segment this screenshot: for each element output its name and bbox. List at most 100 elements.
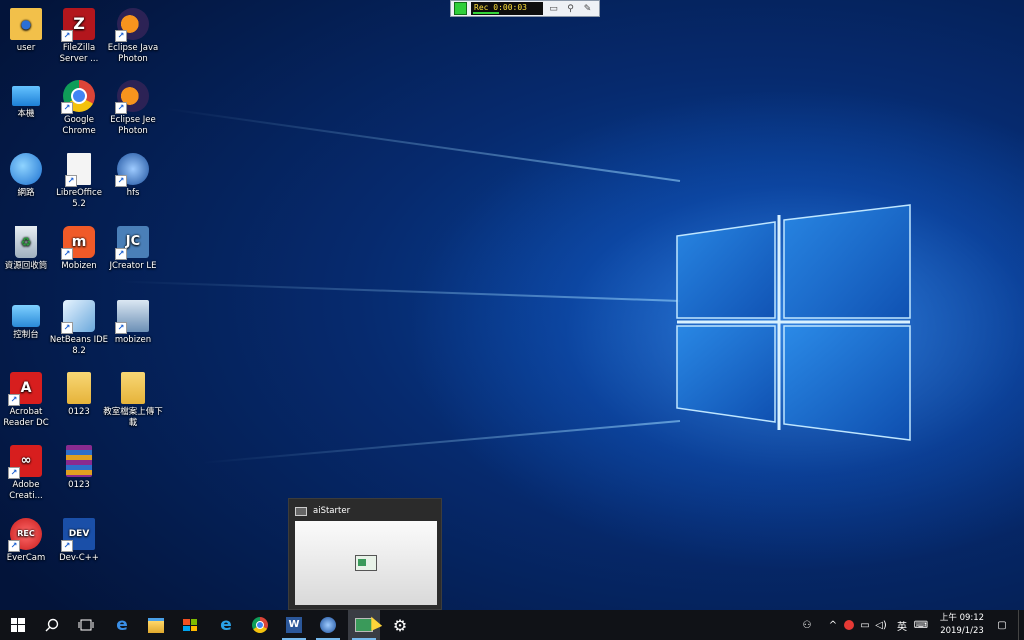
desktop-icon-label: hfs — [126, 188, 140, 198]
mobizen-installer-icon: ↗ — [115, 300, 149, 334]
desktop-icon-chrome[interactable]: ↗ Google Chrome — [48, 80, 110, 136]
taskbar: e e W ⚙ ⚇ ^ ▭ ◁) 英 ⌨ 上午 09:12 2019/1/23 … — [0, 610, 1024, 640]
preview-title: aiStarter — [313, 506, 351, 516]
desktop-icon-label: 教室檔案上傳下載 — [103, 407, 163, 428]
desktop-icon-label: 0123 — [68, 480, 90, 490]
clock-time: 上午 09:12 — [939, 613, 985, 623]
taskbar-edge[interactable]: e — [106, 610, 138, 640]
tray-keyboard[interactable]: ⌨ — [914, 610, 928, 640]
taskbar-chrome[interactable] — [244, 610, 276, 640]
mobizen-tray-icon — [844, 620, 854, 630]
desktop-icon-eclipse-java[interactable]: ↗ Eclipse Java Photon — [102, 8, 164, 64]
desktop-icon-libreoffice[interactable]: ↗ LibreOffice 5.2 — [48, 153, 110, 209]
taskbar-settings[interactable]: ⚙ — [384, 610, 416, 640]
desktop-background: ● user 本機 網路 ♻ 資源回收筒 控制台 A ↗ Acrobat Read… — [0, 0, 1024, 610]
desktop-icon-eclipse-jee[interactable]: ↗ Eclipse Jee Photon — [102, 80, 164, 136]
hfs-icon: ↗ — [115, 153, 149, 187]
volume-icon: ◁) — [875, 619, 887, 631]
task-view-icon — [78, 619, 94, 631]
desktop-icon-netbeans[interactable]: ↗ NetBeans IDE 8.2 — [48, 300, 110, 356]
desktop-icon-classroom-folder[interactable]: 教室檔案上傳下載 — [102, 372, 164, 428]
desktop-icon-0123-folder[interactable]: 0123 — [48, 372, 110, 418]
people-button[interactable]: ⚇ — [798, 610, 816, 640]
netbeans-icon: ↗ — [61, 300, 95, 334]
system-clock[interactable]: 上午 09:12 2019/1/23 — [934, 612, 990, 638]
desktop-icon-jcreator[interactable]: JC ↗ JCreator LE — [102, 226, 164, 272]
hotkey-icon[interactable]: ⚲ — [564, 3, 577, 15]
start-button[interactable] — [2, 610, 34, 640]
taskbar-preview-window[interactable]: aiStarter — [288, 498, 442, 610]
taskbar-file-explorer[interactable] — [140, 610, 172, 640]
audio-level-bar — [473, 12, 499, 14]
acrobat-icon: A ↗ — [8, 372, 42, 406]
network-icon: ▭ — [860, 619, 870, 631]
winrar-archive-icon — [66, 445, 92, 477]
tray-mobizen[interactable] — [842, 610, 856, 640]
taskbar-internet-explorer[interactable]: e — [210, 610, 242, 640]
desktop-icon-mobizen-app[interactable]: m ↗ Mobizen — [48, 226, 110, 272]
desktop-icon-0123-archive[interactable]: 0123 — [48, 445, 110, 491]
app-window-icon — [295, 506, 307, 516]
desktop-icon-label: mobizen — [114, 335, 152, 345]
chevron-up-icon: ^ — [828, 619, 838, 631]
word-icon: W — [286, 617, 302, 633]
tray-network[interactable]: ▭ — [858, 610, 872, 640]
desktop-icon-label: Google Chrome — [62, 115, 96, 136]
desktop-icon-label: Dev-C++ — [59, 553, 99, 563]
input-method-indicator[interactable]: 英 — [894, 610, 910, 640]
adobe-creative-cloud-icon: ∞ ↗ — [8, 445, 42, 479]
task-view-button[interactable] — [70, 610, 102, 640]
record-status-icon[interactable] — [454, 2, 467, 15]
preview-thumbnail[interactable] — [295, 521, 437, 605]
chrome-icon — [252, 617, 268, 633]
edge-icon: e — [116, 615, 128, 635]
network-globe-icon — [10, 153, 42, 185]
filezilla-icon: Z ↗ — [61, 8, 95, 42]
computer-icon — [12, 86, 40, 106]
desktop-icon-label: Mobizen — [61, 261, 97, 271]
folder-icon — [67, 372, 91, 404]
taskbar-word[interactable]: W — [278, 610, 310, 640]
recycle-bin-icon: ♻ — [15, 226, 37, 258]
desktop-icon-label: 0123 — [68, 407, 90, 417]
action-center-button[interactable]: ▢ — [992, 610, 1012, 640]
recording-timer: Rec 0:00:03 — [471, 2, 543, 15]
desktop-icon-label: NetBeans IDE 8.2 — [49, 335, 109, 356]
desktop-icon-label: Eclipse Jee Photon — [110, 115, 156, 136]
desktop-icon-label: FileZilla Server ... — [59, 43, 99, 64]
screen-recorder-toolbar: Rec 0:00:03 ▭ ⚲ ✎ — [450, 0, 600, 17]
eclipse-icon: ↗ — [115, 8, 149, 42]
draw-tool-icon[interactable]: ✎ — [581, 3, 594, 15]
start-icon — [11, 618, 25, 632]
search-button[interactable] — [36, 610, 68, 640]
mobizen-icon: m ↗ — [61, 226, 95, 260]
show-hidden-icons-button[interactable]: ^ — [826, 610, 840, 640]
desktop-icon-hfs[interactable]: ↗ hfs — [102, 153, 164, 199]
desktop-icon-dev-cpp[interactable]: DEV ↗ Dev-C++ — [48, 518, 110, 564]
window-capture-icon[interactable]: ▭ — [547, 3, 560, 15]
recording-time-text: Rec 0:00:03 — [474, 3, 527, 12]
notification-icon: ▢ — [997, 619, 1007, 631]
preview-title-bar: aiStarter — [295, 505, 350, 517]
taskbar-hfs[interactable] — [312, 610, 344, 640]
jcreator-icon: JC ↗ — [115, 226, 149, 260]
hfs-icon — [320, 617, 336, 633]
desktop-icon-filezilla[interactable]: Z ↗ FileZilla Server ... — [48, 8, 110, 64]
dev-cpp-icon: DEV ↗ — [61, 518, 95, 552]
ie-icon: e — [220, 615, 232, 635]
keyboard-layout-icon: ⌨ — [913, 619, 929, 631]
settings-icon: ⚙ — [392, 615, 408, 635]
show-desktop-button[interactable] — [1018, 610, 1024, 640]
desktop-icon-label: LibreOffice 5.2 — [56, 188, 102, 209]
libreoffice-icon: ↗ — [65, 153, 91, 187]
eclipse-icon: ↗ — [115, 80, 149, 114]
evercam-icon: REC ↗ — [8, 518, 42, 552]
desktop-icon-label: JCreator LE — [109, 261, 157, 271]
desktop-icon-label: Eclipse Java Photon — [107, 43, 159, 64]
tray-volume[interactable]: ◁) — [874, 610, 888, 640]
folder-icon — [121, 372, 145, 404]
chrome-icon: ↗ — [61, 80, 95, 114]
control-panel-icon — [12, 305, 40, 327]
desktop-icon-mobizen-shortcut[interactable]: ↗ mobizen — [102, 300, 164, 346]
taskbar-store[interactable] — [174, 610, 206, 640]
